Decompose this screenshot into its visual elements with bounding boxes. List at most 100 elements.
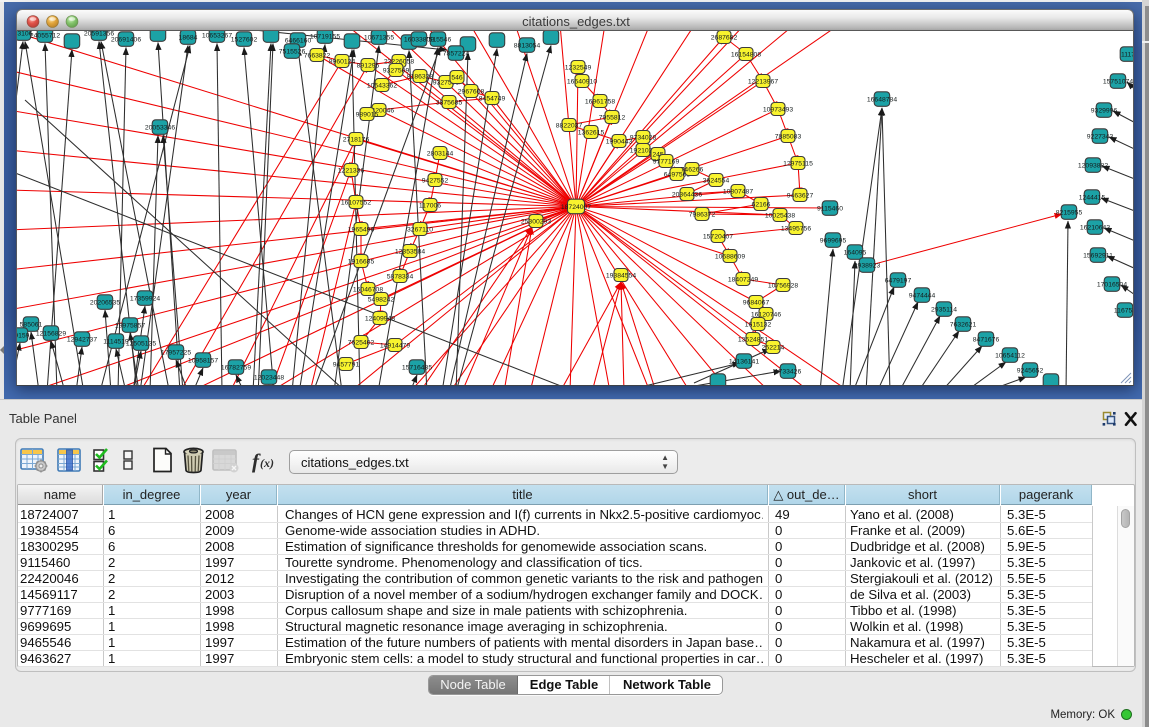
svg-text:10973493: 10973493 (763, 106, 793, 113)
svg-text:12156829: 12156829 (36, 330, 66, 337)
svg-text:13495756: 13495756 (781, 225, 811, 232)
svg-text:9777169: 9777169 (653, 158, 680, 165)
svg-text:24055712: 24055712 (30, 32, 60, 39)
svg-text:989015: 989015 (356, 111, 379, 118)
svg-text:15716485: 15716485 (402, 364, 432, 371)
svg-text:1244415: 1244415 (1079, 194, 1106, 201)
svg-text:10688609: 10688609 (715, 253, 745, 260)
svg-text:117006: 117006 (419, 202, 441, 209)
svg-text:8960124: 8960124 (329, 58, 356, 65)
svg-text:2718176: 2718176 (343, 136, 370, 143)
svg-text:2967608: 2967608 (458, 88, 485, 95)
svg-text:10756928: 10756928 (768, 282, 798, 289)
svg-text:7663822: 7663822 (304, 52, 331, 59)
svg-text:62166: 62166 (752, 201, 771, 208)
svg-text:1990443: 1990443 (606, 138, 633, 145)
svg-text:252214: 252214 (762, 344, 785, 351)
svg-text:2687682: 2687682 (711, 34, 738, 41)
svg-text:16154808: 16154808 (731, 51, 761, 58)
svg-text:116753: 116753 (1114, 307, 1133, 314)
svg-text:3624554: 3624554 (703, 177, 730, 184)
svg-text:8813054: 8813054 (514, 42, 541, 49)
svg-text:20364436: 20364436 (672, 191, 702, 198)
svg-text:16640910: 16640910 (567, 78, 597, 85)
svg-text:14914479: 14914479 (380, 342, 410, 349)
svg-text:20206535: 20206535 (90, 299, 120, 306)
svg-text:9115460: 9115460 (817, 205, 843, 212)
svg-text:9457791: 9457791 (333, 361, 360, 368)
svg-text:7632621: 7632621 (950, 321, 977, 328)
svg-text:15751074: 15751074 (1103, 78, 1133, 85)
svg-text:(x): (x) (260, 456, 274, 470)
svg-text:16210643: 16210643 (1080, 224, 1110, 231)
svg-text:9327509: 9327509 (383, 67, 410, 74)
svg-text:12213967: 12213967 (748, 78, 778, 85)
svg-text:16033809: 16033809 (404, 36, 434, 43)
svg-text:10654112: 10654112 (995, 352, 1025, 359)
svg-text:12353584: 12353584 (395, 248, 425, 255)
svg-text:17016504: 17016504 (1097, 281, 1127, 288)
svg-text:10543362: 10543362 (367, 82, 397, 89)
svg-text:10653267: 10653267 (202, 32, 232, 39)
svg-text:10025438: 10025438 (765, 212, 795, 219)
svg-text:2935114: 2935114 (931, 306, 957, 313)
svg-text:164095: 164095 (844, 249, 867, 256)
svg-text:10671355: 10671355 (364, 34, 394, 41)
svg-text:13524851: 13524851 (738, 336, 768, 343)
svg-text:39159: 39159 (17, 332, 30, 339)
svg-text:1221336: 1221336 (338, 167, 365, 174)
svg-text:8215955: 8215955 (1056, 209, 1083, 216)
svg-text:9699695: 9699695 (820, 237, 847, 244)
svg-text:8471676: 8471676 (973, 336, 1000, 343)
svg-text:9463627: 9463627 (787, 192, 814, 199)
svg-text:15692911: 15692911 (1083, 252, 1113, 259)
svg-text:3267110: 3267110 (407, 226, 433, 233)
svg-text:16107552: 16107552 (341, 199, 371, 206)
svg-text:746266: 746266 (681, 166, 704, 173)
svg-text:12505135: 12505135 (126, 340, 156, 347)
svg-text:2803144: 2803144 (427, 150, 454, 157)
svg-text:7625402: 7625402 (348, 339, 375, 346)
svg-text:1733426: 1733426 (775, 368, 802, 375)
svg-text:20053346: 20053346 (145, 124, 175, 131)
svg-text:1232549: 1232549 (565, 64, 592, 71)
svg-text:1615132: 1615132 (745, 321, 772, 328)
svg-text:8186328: 8186328 (407, 73, 434, 80)
svg-text:10958157: 10958157 (188, 357, 218, 364)
svg-text:12942737: 12942737 (67, 336, 97, 343)
svg-text:16782759: 16782759 (221, 364, 251, 371)
svg-text:7885083: 7885083 (775, 133, 802, 140)
svg-text:7986372: 7986372 (689, 211, 716, 218)
svg-text:19384554: 19384554 (606, 272, 636, 279)
svg-text:5878334: 5878334 (387, 273, 414, 280)
svg-text:9427552: 9427552 (422, 177, 449, 184)
svg-text:1965496: 1965496 (348, 226, 375, 233)
svg-text:20591356: 20591356 (84, 31, 114, 37)
svg-text:12023448: 12023448 (254, 374, 284, 381)
svg-text:891295: 891295 (357, 62, 380, 69)
svg-text:16961758: 16961758 (585, 98, 615, 105)
svg-text:3875685: 3875685 (436, 99, 463, 106)
svg-text:8822037: 8822037 (556, 122, 583, 129)
svg-text:18724007: 18724007 (561, 204, 591, 211)
svg-text:7515526: 7515526 (279, 48, 306, 55)
svg-text:12975115: 12975115 (783, 160, 813, 167)
svg-text:14136141: 14136141 (729, 358, 759, 365)
svg-text:10807487: 10807487 (723, 188, 753, 195)
svg-text:8938923: 8938923 (854, 262, 881, 269)
svg-text:5498242: 5498242 (368, 296, 395, 303)
svg-text:1527602: 1527602 (231, 36, 258, 43)
svg-text:9227343: 9227343 (1087, 133, 1114, 140)
svg-text:6479197: 6479197 (885, 277, 912, 284)
svg-text:12409948: 12409948 (365, 315, 395, 322)
svg-text:17957225: 17957225 (161, 349, 191, 356)
svg-text:18684: 18684 (179, 34, 198, 41)
svg-text:16648784: 16648784 (867, 96, 897, 103)
svg-text:12093882: 12093882 (1078, 162, 1108, 169)
svg-text:19975857: 19975857 (115, 322, 145, 329)
svg-text:9329996: 9329996 (1091, 107, 1118, 114)
svg-text:9684067: 9684067 (743, 299, 770, 306)
svg-text:8454749: 8454749 (479, 95, 506, 102)
svg-text:1916685: 1916685 (348, 258, 375, 265)
svg-text:10719155: 10719155 (310, 33, 340, 40)
